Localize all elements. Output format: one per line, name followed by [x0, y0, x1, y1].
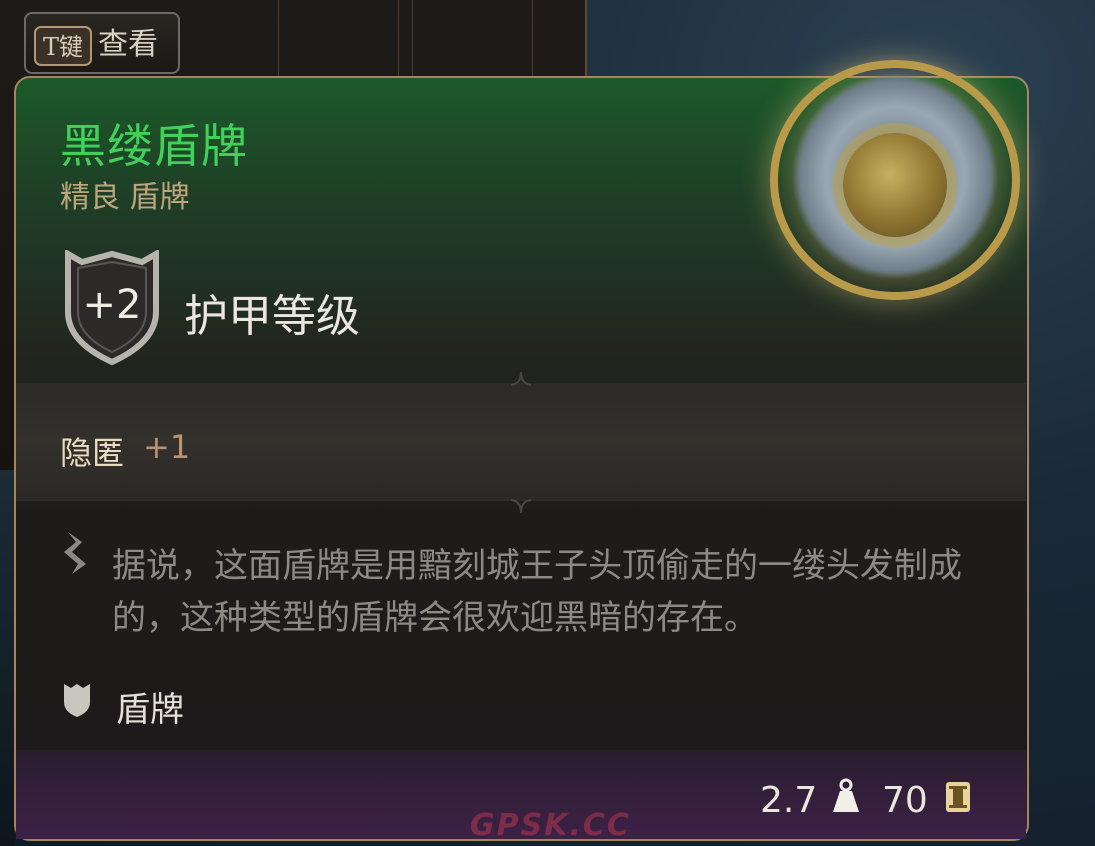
weight-icon	[833, 778, 859, 812]
divider-notch	[511, 372, 531, 386]
armor-class-label: 护甲等级	[184, 291, 360, 342]
stealth-value: +1	[143, 428, 191, 466]
watermark: GPSK.CC	[470, 808, 631, 843]
inventory-slot-divider	[412, 0, 413, 80]
scene-edge	[0, 470, 14, 846]
armor-class-value: +2	[82, 282, 142, 328]
item-image-boss	[843, 133, 947, 237]
item-price: 70	[882, 780, 928, 821]
shield-type-icon	[64, 684, 90, 717]
inspect-label: 查看	[98, 27, 158, 62]
item-description: 据说，这面盾牌是用黯刻城王子头顶偷走的一缕头发制成的，这种类型的盾牌会很欢迎黑暗…	[112, 546, 962, 638]
divider-notch	[511, 499, 531, 513]
lore-scroll-icon	[64, 532, 86, 574]
item-type-label: 盾牌	[116, 690, 184, 730]
gold-coin-icon	[946, 782, 970, 812]
item-rarity-type: 精良 盾牌	[60, 180, 190, 215]
item-weight: 2.7	[760, 780, 818, 821]
stealth-label: 隐匿	[60, 434, 125, 472]
inspect-hint-button[interactable]: T键 查看	[24, 12, 180, 74]
inventory-slot-divider	[532, 0, 533, 80]
hotkey-cap: T键	[34, 26, 92, 66]
inventory-slot-divider	[278, 0, 279, 80]
item-name: 黑缕盾牌	[60, 119, 248, 173]
inventory-slot-divider	[398, 0, 399, 80]
